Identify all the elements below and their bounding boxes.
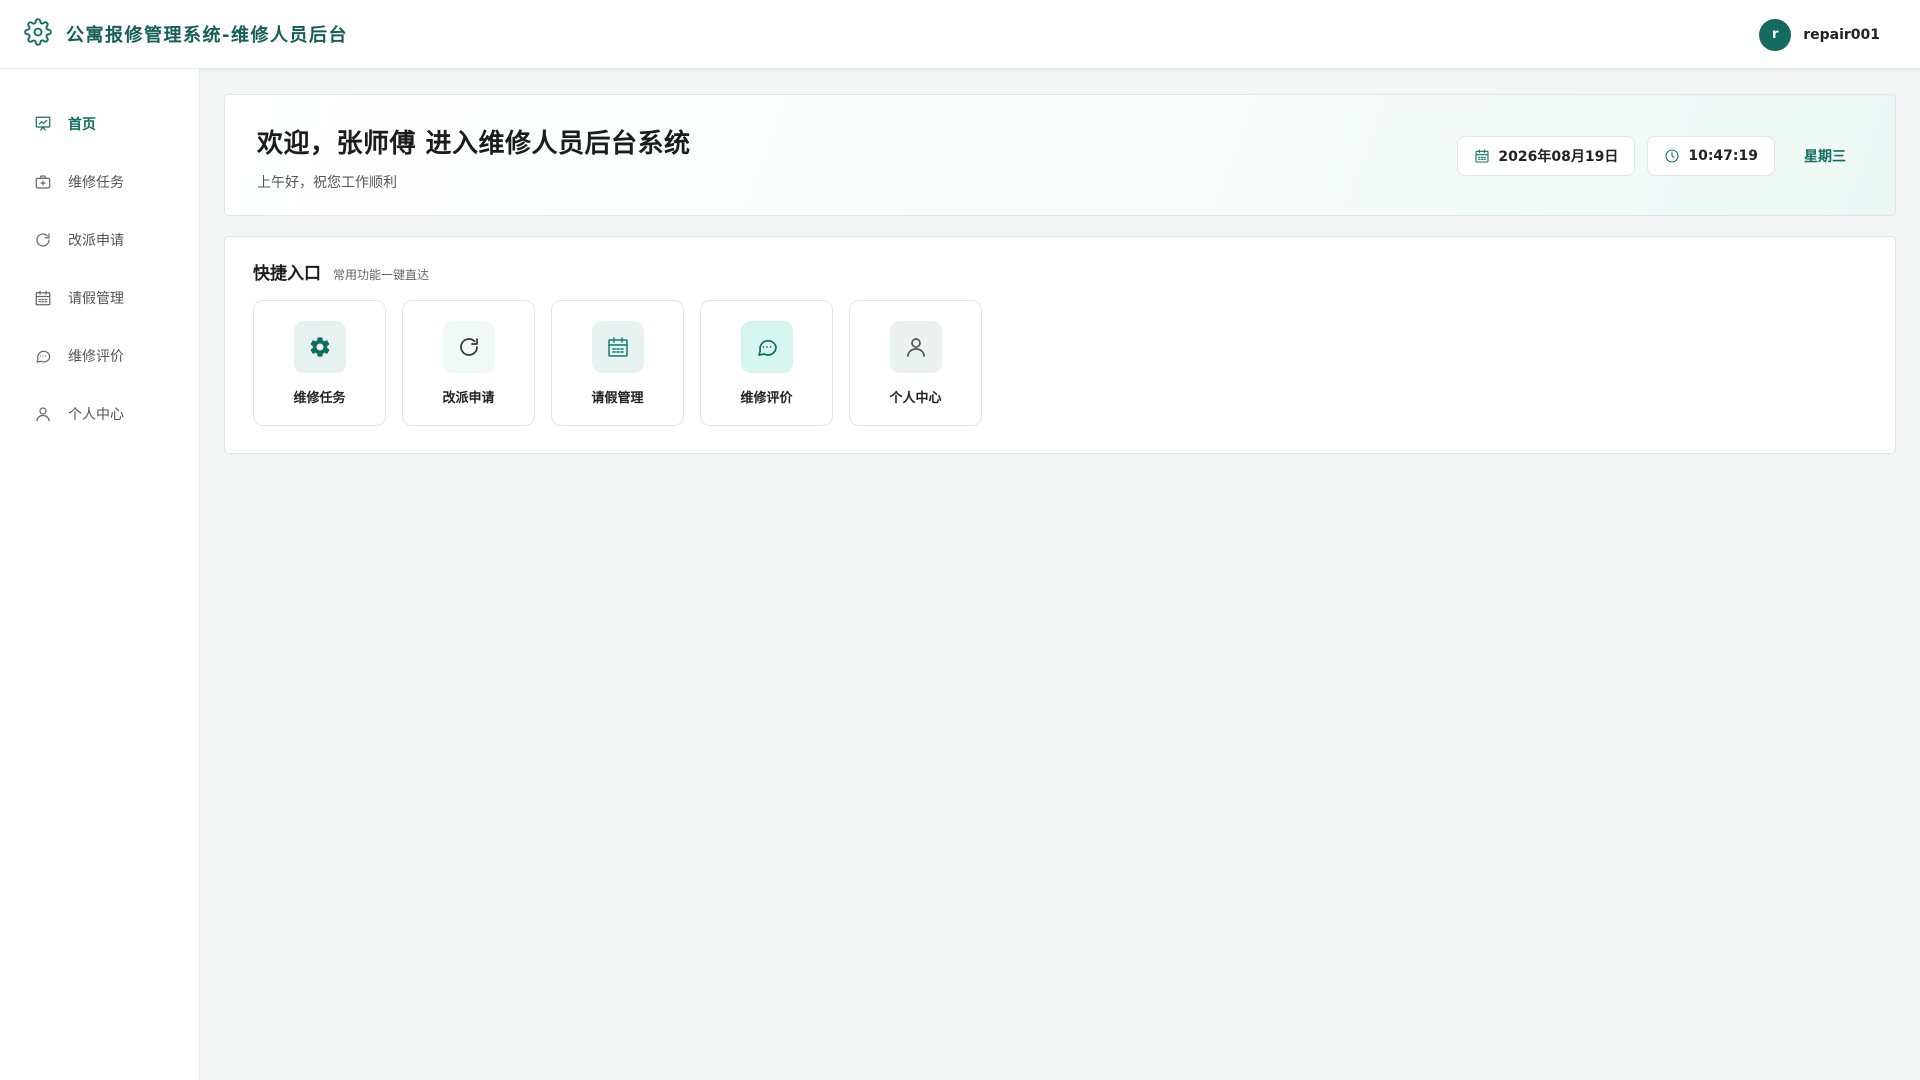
refresh-icon: [442, 321, 495, 373]
main-content: 欢迎，张师傅 进入维修人员后台系统 上午好，祝您工作顺利 2026年08月19日…: [224, 94, 1896, 454]
quick-card-label: 维修评价: [740, 391, 793, 406]
user-menu[interactable]: r repair001: [1759, 0, 1880, 69]
gear-icon: [24, 18, 52, 50]
datetime-chips: 2026年08月19日 10:47:19 星期三: [1457, 136, 1863, 176]
username[interactable]: repair001: [1803, 27, 1880, 43]
calendar-icon: [591, 321, 644, 373]
quick-card-label: 维修任务: [293, 391, 346, 406]
weekday-text: 星期三: [1804, 149, 1846, 165]
quick-access-panel: 快捷入口 常用功能一键直达 维修任务 改派申请 请假管理 维修评价 个人中心: [224, 236, 1896, 454]
clock-icon: [1665, 149, 1679, 163]
sidebar: 首页 维修任务 改派申请 请假管理 维修评价 个人中心: [0, 69, 200, 1080]
user-icon: [889, 321, 942, 373]
chat-bubble-icon: [740, 321, 793, 373]
quick-card-label: 个人中心: [889, 391, 942, 406]
quick-card-repair-tasks[interactable]: 维修任务: [253, 300, 386, 426]
quick-card-label: 改派申请: [442, 391, 495, 406]
chat-bubble-icon: [36, 350, 51, 363]
user-icon: [36, 407, 50, 422]
app-title: 公寓报修管理系统-维修人员后台: [66, 25, 348, 46]
date-chip: 2026年08月19日: [1457, 136, 1636, 176]
sidebar-item-repair-tasks[interactable]: 维修任务: [0, 153, 199, 211]
sidebar-item-profile[interactable]: 个人中心: [0, 385, 199, 443]
sidebar-item-reassign[interactable]: 改派申请: [0, 211, 199, 269]
calendar-icon: [35, 290, 51, 306]
sidebar-item-leave[interactable]: 请假管理: [0, 269, 199, 327]
sidebar-item-home[interactable]: 首页: [0, 95, 199, 153]
sidebar-item-label: 维修任务: [68, 175, 124, 191]
time-text: 10:47:19: [1688, 148, 1758, 164]
top-header: 公寓报修管理系统-维修人员后台 r repair001: [0, 0, 1920, 69]
quick-card-profile[interactable]: 个人中心: [849, 300, 982, 426]
time-chip: 10:47:19: [1647, 136, 1775, 176]
brand[interactable]: 公寓报修管理系统-维修人员后台: [24, 18, 348, 50]
quick-card-leave[interactable]: 请假管理: [551, 300, 684, 426]
repair-task-icon: [35, 175, 51, 189]
sidebar-item-label: 个人中心: [68, 407, 124, 423]
quick-card-reassign[interactable]: 改派申请: [402, 300, 535, 426]
sidebar-item-label: 改派申请: [68, 233, 124, 249]
sidebar-item-label: 请假管理: [68, 291, 124, 307]
gear-icon: [293, 321, 346, 373]
sidebar-item-label: 维修评价: [68, 349, 124, 365]
calendar-icon: [1475, 149, 1489, 163]
date-text: 2026年08月19日: [1498, 149, 1619, 165]
quick-access-title: 快捷入口: [253, 264, 321, 284]
avatar[interactable]: r: [1759, 18, 1792, 51]
weekday-chip: 星期三: [1787, 136, 1863, 176]
sidebar-item-label: 首页: [68, 117, 96, 133]
welcome-banner: 欢迎，张师傅 进入维修人员后台系统 上午好，祝您工作顺利 2026年08月19日…: [224, 94, 1896, 216]
quick-access-header: 快捷入口 常用功能一键直达: [253, 259, 1867, 284]
quick-access-cards: 维修任务 改派申请 请假管理 维修评价 个人中心: [253, 300, 1867, 426]
dashboard-chart-icon: [35, 116, 51, 131]
sidebar-item-reviews[interactable]: 维修评价: [0, 327, 199, 385]
quick-card-label: 请假管理: [591, 391, 644, 406]
refresh-icon: [36, 233, 50, 247]
quick-access-subtitle: 常用功能一键直达: [333, 268, 430, 282]
quick-card-reviews[interactable]: 维修评价: [700, 300, 833, 426]
